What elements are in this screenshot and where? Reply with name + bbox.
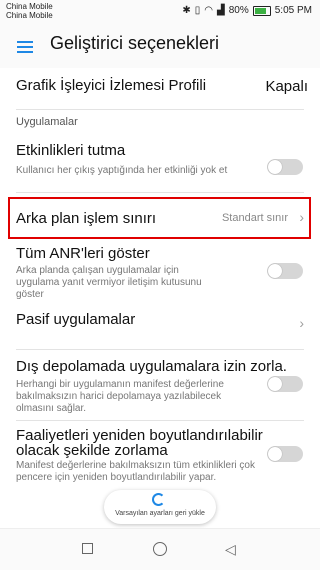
recents-icon[interactable] xyxy=(82,543,93,554)
chevron-right-icon: › xyxy=(299,315,304,331)
clock: 5:05 PM xyxy=(274,5,312,16)
dont-keep-activities-row[interactable]: Etkinlikleri tutma Kullanıcı her çıkış y… xyxy=(0,138,320,188)
wifi-icon: ◠ xyxy=(204,5,214,16)
page-title: Geliştirici seçenekleri xyxy=(50,33,220,53)
gpu-profile-value: Kapalı xyxy=(265,78,308,95)
force-external-storage-title: Dış depolamada uygulamalara izin zorla. xyxy=(16,358,287,375)
show-all-anrs-row[interactable]: Tüm ANR'leri göster Arka planda çalışan … xyxy=(0,243,320,303)
force-external-storage-subtitle: Herhangi bir uygulamanın manifest değerl… xyxy=(16,379,224,414)
battery-icon xyxy=(252,6,271,16)
refresh-icon xyxy=(152,493,165,506)
home-icon[interactable] xyxy=(153,542,167,556)
highlight-box xyxy=(8,197,311,239)
divider xyxy=(16,109,304,110)
carrier-2: China Mobile xyxy=(6,11,53,20)
divider xyxy=(16,420,304,421)
divider xyxy=(16,192,304,193)
navigation-bar: ◁ xyxy=(0,528,320,570)
restore-defaults-label: Varsayılan ayarları geri yükle xyxy=(115,510,205,517)
restore-defaults-button[interactable]: Varsayılan ayarları geri yükle xyxy=(104,490,216,524)
inactive-apps-title: Pasif uygulamalar xyxy=(16,311,136,328)
gpu-profile-row[interactable]: Grafik İşleyici İzlemesi Profili Kapalı xyxy=(0,68,320,108)
battery-percent: 80% xyxy=(228,5,249,16)
dont-keep-activities-toggle[interactable] xyxy=(267,159,303,175)
section-header-apps: Uygulamalar xyxy=(16,116,78,128)
app-bar: Geliştirici seçenekleri xyxy=(0,24,320,68)
status-bar: China Mobile China Mobile ✱ ▯ ◠ ▟ 80% 5:… xyxy=(0,0,320,24)
divider xyxy=(16,349,304,350)
show-all-anrs-subtitle: Arka planda çalışan uygulamalar için uyg… xyxy=(16,265,202,300)
dont-keep-activities-subtitle: Kullanıcı her çıkış yaptığında her etkin… xyxy=(16,165,228,176)
force-resizable-toggle[interactable] xyxy=(267,446,303,462)
gpu-profile-title: Grafik İşleyici İzlemesi Profili xyxy=(16,77,207,94)
carrier-1: China Mobile xyxy=(6,2,53,11)
hamburger-menu-icon[interactable] xyxy=(17,41,33,53)
inactive-apps-row[interactable]: Pasif uygulamalar › xyxy=(0,306,320,348)
force-external-storage-toggle[interactable] xyxy=(267,376,303,392)
dont-keep-activities-title: Etkinlikleri tutma xyxy=(16,142,126,159)
show-all-anrs-toggle[interactable] xyxy=(267,263,303,279)
bluetooth-icon: ✱ xyxy=(182,5,191,16)
carrier-info: China Mobile China Mobile xyxy=(6,2,53,20)
show-all-anrs-title: Tüm ANR'leri göster xyxy=(16,245,150,262)
force-resizable-title: Faaliyetleri yeniden boyutlandırılabilir… xyxy=(16,427,263,459)
status-icons: ✱ ▯ ◠ ▟ 80% 5:05 PM xyxy=(182,5,312,17)
signal-icon: ▟ xyxy=(217,5,225,16)
force-external-storage-row[interactable]: Dış depolamada uygulamalara izin zorla. … xyxy=(0,355,320,417)
back-icon[interactable]: ◁ xyxy=(225,541,236,558)
vibrate-icon: ▯ xyxy=(194,5,201,16)
